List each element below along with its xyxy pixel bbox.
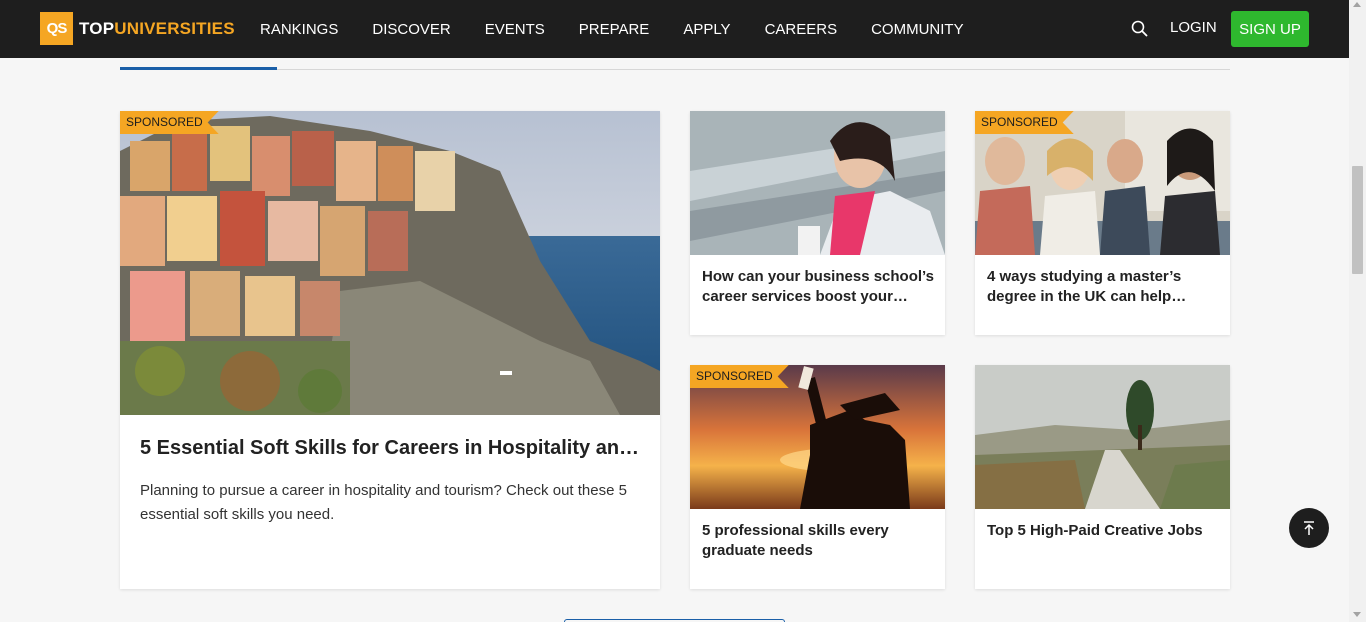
qs-logo-mark: QS <box>40 12 73 45</box>
active-tab-indicator <box>120 67 277 70</box>
top-navbar: QS TOPUNIVERSITIES RANKINGS DISCOVER EVE… <box>0 0 1349 58</box>
featured-article-image <box>120 111 660 415</box>
nav-item-community[interactable]: COMMUNITY <box>854 21 981 38</box>
back-to-top-button[interactable] <box>1289 508 1329 548</box>
featured-article-description: Planning to pursue a career in hospitali… <box>140 482 627 523</box>
nav-item-apply[interactable]: APPLY <box>666 21 747 38</box>
nav-item-events[interactable]: EVENTS <box>468 21 562 38</box>
nav-item-rankings[interactable]: RANKINGS <box>243 21 355 38</box>
featured-article-card[interactable]: SPONSORED 5 Essential Soft Skills for Ca… <box>120 111 660 589</box>
article-card[interactable]: SPONSORED 5 professional skills every gr… <box>690 365 945 589</box>
signup-button[interactable]: SIGN UP <box>1231 11 1309 47</box>
search-icon[interactable] <box>1130 19 1150 39</box>
article-card[interactable]: Top 5 High-Paid Creative Jobs <box>975 365 1230 589</box>
nav-item-discover[interactable]: DISCOVER <box>355 21 467 38</box>
sponsored-badge: SPONSORED <box>690 365 789 388</box>
logo-wordmark: TOPUNIVERSITIES <box>79 18 235 38</box>
scroll-down-arrow-icon[interactable] <box>1353 612 1361 617</box>
main-nav: RANKINGS DISCOVER EVENTS PREPARE APPLY C… <box>243 0 981 58</box>
featured-article-title[interactable]: 5 Essential Soft Skills for Careers in H… <box>140 437 640 460</box>
sponsored-badge: SPONSORED <box>120 111 219 134</box>
arrow-up-icon <box>1304 521 1314 535</box>
nav-item-prepare[interactable]: PREPARE <box>562 21 667 38</box>
article-title[interactable]: How can your business school’s career se… <box>702 267 934 307</box>
article-title[interactable]: 5 professional skills every graduate nee… <box>702 521 934 561</box>
article-card[interactable]: SPONSORED 4 ways studying a master’s deg… <box>975 111 1230 335</box>
article-card[interactable]: How can your business school’s career se… <box>690 111 945 335</box>
article-title[interactable]: Top 5 High-Paid Creative Jobs <box>987 521 1219 541</box>
article-image <box>690 111 945 255</box>
scrollbar-thumb[interactable] <box>1352 166 1363 274</box>
page-scrollbar[interactable] <box>1349 0 1366 622</box>
article-image <box>975 365 1230 509</box>
site-logo[interactable]: QS TOPUNIVERSITIES <box>40 12 235 45</box>
login-link[interactable]: LOGIN <box>1170 19 1217 36</box>
scroll-up-arrow-icon[interactable] <box>1353 2 1361 7</box>
sponsored-badge: SPONSORED <box>975 111 1074 134</box>
tabs-divider <box>120 69 1230 70</box>
nav-item-careers[interactable]: CAREERS <box>748 21 855 38</box>
article-title[interactable]: 4 ways studying a master’s degree in the… <box>987 267 1219 307</box>
